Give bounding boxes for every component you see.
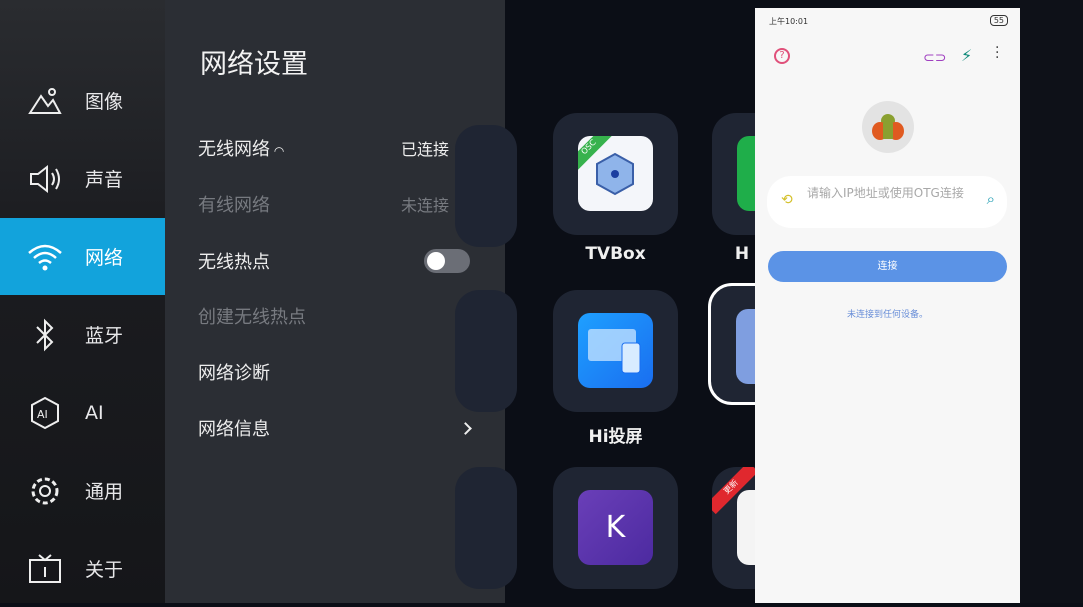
history-icon[interactable]: ⟲ bbox=[781, 192, 793, 208]
phone-screen: 上午10:01 55 ? ⊂⊃ ⚡ · · · ⟲ 请输入IP地址或使用OTG连接 … bbox=[755, 8, 1020, 603]
row-label: 无线网络 bbox=[198, 139, 270, 160]
row-hotspot[interactable]: 无线热点 bbox=[198, 241, 470, 281]
row-label: 有线网络 bbox=[198, 195, 270, 216]
sidebar-item-label: AI bbox=[85, 401, 104, 424]
row-create-hotspot[interactable]: 创建无线热点 bbox=[198, 296, 472, 336]
sidebar-item-sound[interactable]: 声音 bbox=[0, 140, 165, 217]
chevron-right-icon bbox=[459, 421, 472, 435]
app-tile-partial[interactable] bbox=[455, 290, 517, 412]
hotspot-toggle[interactable] bbox=[424, 249, 470, 273]
sidebar-item-bluetooth[interactable]: 蓝牙 bbox=[0, 296, 165, 373]
row-label: 无线热点 bbox=[198, 252, 270, 273]
connect-button[interactable]: 连接 bbox=[768, 251, 1007, 282]
ip-input-placeholder: 请输入IP地址或使用OTG连接 bbox=[807, 186, 964, 200]
network-settings-panel: 网络设置 无线网络 ◠ 已连接 有线网络 未连接 无线热点 创建无线热点 网络诊断 … bbox=[165, 0, 505, 603]
svg-text:AI: AI bbox=[37, 408, 48, 421]
row-info[interactable]: 网络信息 bbox=[198, 408, 472, 448]
status-time: 上午10:01 bbox=[769, 17, 809, 26]
sidebar-item-label: 网络 bbox=[85, 247, 124, 269]
app-tile-partial[interactable] bbox=[455, 125, 517, 247]
sidebar-item-ai[interactable]: AI AI bbox=[0, 374, 165, 451]
link-icon[interactable]: ⊂⊃ bbox=[923, 50, 946, 66]
app-tile-keep[interactable]: K bbox=[553, 467, 678, 589]
sidebar-item-label: 通用 bbox=[85, 481, 124, 503]
row-label: 创建无线热点 bbox=[198, 307, 306, 328]
flash-icon[interactable]: ⚡ bbox=[961, 46, 972, 65]
sidebar-item-network[interactable]: 网络 bbox=[0, 218, 165, 295]
row-label: 网络信息 bbox=[198, 419, 270, 440]
more-menu-icon[interactable]: · · · bbox=[995, 41, 999, 65]
row-diagnose[interactable]: 网络诊断 bbox=[198, 352, 472, 392]
sidebar-item-general[interactable]: 通用 bbox=[0, 452, 165, 529]
background-edge bbox=[1020, 0, 1083, 603]
info-tv-icon bbox=[27, 551, 63, 587]
row-label: 网络诊断 bbox=[198, 363, 270, 384]
row-value: 已连接 bbox=[400, 140, 449, 159]
sidebar-item-image[interactable]: 图像 bbox=[0, 62, 165, 139]
ip-input[interactable]: ⟲ 请输入IP地址或使用OTG连接 ⌕ bbox=[767, 176, 1007, 228]
k-app-icon: K bbox=[578, 490, 653, 565]
search-icon[interactable]: ⌕ bbox=[987, 190, 995, 208]
sidebar-item-about[interactable]: 关于 bbox=[0, 530, 165, 607]
image-icon bbox=[27, 83, 63, 119]
sidebar-item-label: 声音 bbox=[85, 169, 124, 191]
screen-cast-icon bbox=[578, 313, 653, 388]
connection-status: 未连接到任何设备。 bbox=[846, 310, 928, 320]
sidebar: 图像 声音 网络 蓝牙 AI AI 通用 关于 bbox=[0, 0, 165, 603]
ai-icon: AI bbox=[27, 395, 63, 431]
bluetooth-icon bbox=[27, 317, 63, 353]
app-label: TVBox bbox=[585, 244, 646, 264]
wifi6-icon: ◠ bbox=[270, 144, 285, 158]
page-title: 网络设置 bbox=[200, 49, 308, 80]
row-wireless[interactable]: 无线网络 ◠ 已连接 bbox=[198, 128, 472, 168]
row-wired[interactable]: 有线网络 未连接 bbox=[198, 184, 472, 224]
app-tile-partial[interactable] bbox=[455, 467, 517, 589]
app-tile-hi-cast[interactable] bbox=[553, 290, 678, 412]
app-logo bbox=[862, 101, 914, 153]
gear-icon bbox=[27, 473, 63, 509]
sidebar-item-label: 图像 bbox=[85, 91, 124, 113]
app-tile-tvbox[interactable]: OSC bbox=[553, 113, 678, 235]
sidebar-item-label: 关于 bbox=[85, 559, 124, 581]
battery-indicator: 55 bbox=[989, 15, 1008, 26]
wifi-icon bbox=[27, 239, 63, 275]
app-label: Hi投屏 bbox=[588, 427, 643, 447]
speaker-icon bbox=[27, 161, 63, 197]
row-value: 未连接 bbox=[400, 196, 449, 215]
help-icon[interactable]: ? bbox=[774, 48, 790, 64]
tvbox-icon: OSC bbox=[578, 136, 653, 211]
sidebar-item-label: 蓝牙 bbox=[85, 325, 124, 347]
